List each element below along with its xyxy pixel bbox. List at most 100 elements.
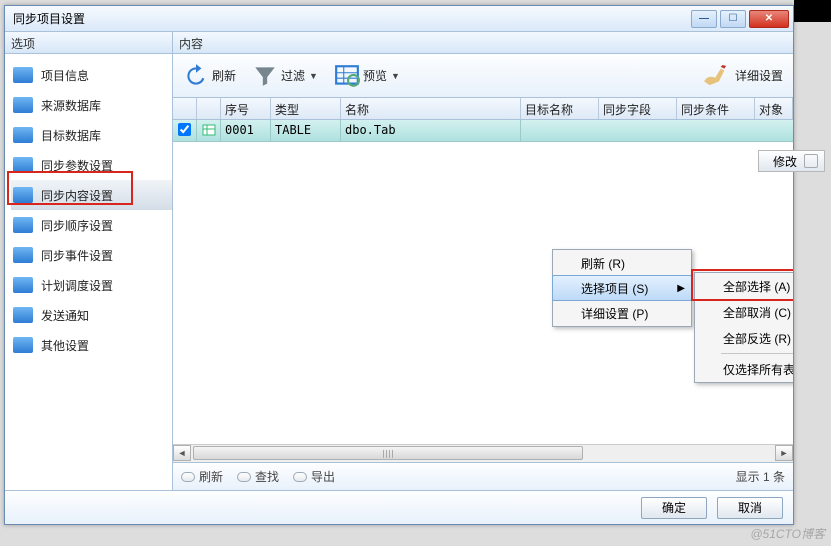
toolbar: 刷新 过滤 ▼ 预览 ▼ 详细设置 (173, 54, 793, 98)
minimize-button[interactable] (691, 10, 717, 28)
preview-button[interactable]: 预览 ▼ (330, 58, 404, 94)
menu-select-items[interactable]: 选择项目 (S)▶ (552, 275, 692, 301)
folder-icon (13, 187, 33, 203)
watermark: @51CTO博客 (750, 525, 825, 542)
menu-refresh[interactable]: 刷新 (R) (553, 250, 691, 276)
scroll-left-button[interactable]: ◄ (173, 445, 191, 461)
sidebar-item-sync-content[interactable]: 同步内容设置 (11, 180, 172, 210)
sidebar-item-label: 计划调度设置 (41, 277, 113, 294)
maximize-button[interactable] (720, 10, 746, 28)
scroll-right-button[interactable]: ► (775, 445, 793, 461)
folder-icon (13, 307, 33, 323)
footer-export[interactable]: 导出 (293, 468, 335, 485)
sidebar-item-label: 同步顺序设置 (41, 217, 113, 234)
sidebar-item-label: 其他设置 (41, 337, 89, 354)
row-checkbox[interactable] (173, 120, 197, 141)
content-pane: 内容 刷新 过滤 ▼ 预览 ▼ (173, 32, 793, 490)
window-title: 同步项目设置 (9, 10, 691, 27)
sidebar-item-label: 同步内容设置 (41, 187, 113, 204)
context-menu[interactable]: 刷新 (R) 选择项目 (S)▶ 详细设置 (P) (552, 249, 692, 327)
horizontal-scrollbar[interactable]: ◄ ► (173, 444, 793, 462)
toolbar-label: 预览 (363, 67, 387, 84)
cell-type: TABLE (271, 120, 341, 141)
sidebar-item-target-db[interactable]: 目标数据库 (11, 120, 172, 150)
scroll-thumb[interactable] (193, 446, 583, 460)
pill-icon (237, 472, 251, 482)
sidebar-item-project-info[interactable]: 项目信息 (11, 60, 172, 90)
refresh-button[interactable]: 刷新 (179, 58, 240, 94)
sidebar-item-sync-params[interactable]: 同步参数设置 (11, 150, 172, 180)
footer-find[interactable]: 查找 (237, 468, 279, 485)
sidebar-item-label: 同步参数设置 (41, 157, 113, 174)
options-title: 选项 (5, 32, 172, 54)
menu-select-all[interactable]: 全部选择 (A) (695, 273, 793, 299)
table-icon (197, 120, 221, 141)
content-title: 内容 (173, 32, 793, 54)
sidebar-item-notify[interactable]: 发送通知 (11, 300, 172, 330)
sidebar-item-other[interactable]: 其他设置 (11, 330, 172, 360)
cell-name: dbo.Tab (341, 120, 521, 141)
settings-window: 同步项目设置 选项 项目信息 来源数据库 目标数据库 同步参数设置 同步内容设置… (4, 5, 794, 525)
col-fields[interactable]: 同步字段 (599, 98, 677, 119)
sidebar-item-label: 同步事件设置 (41, 247, 113, 264)
folder-icon (13, 217, 33, 233)
col-cond[interactable]: 同步条件 (677, 98, 755, 119)
grid-icon (334, 63, 360, 89)
menu-invert[interactable]: 全部反选 (R) (695, 325, 793, 351)
menu-tables-only[interactable]: 仅选择所有表 (T) (695, 356, 793, 382)
col-icon (197, 98, 221, 119)
folder-icon (13, 247, 33, 263)
toolbar-label: 详细设置 (735, 67, 783, 84)
col-check[interactable] (173, 98, 197, 119)
folder-icon (13, 157, 33, 173)
toolbar-label: 刷新 (212, 67, 236, 84)
sidebar-item-source-db[interactable]: 来源数据库 (11, 90, 172, 120)
sidebar-item-label: 项目信息 (41, 67, 89, 84)
sidebar-item-sync-events[interactable]: 同步事件设置 (11, 240, 172, 270)
cancel-button[interactable]: 取消 (717, 497, 783, 519)
hand-pen-icon (702, 65, 732, 87)
chevron-down-icon: ▼ (309, 71, 318, 81)
folder-icon (13, 277, 33, 293)
options-pane: 选项 项目信息 来源数据库 目标数据库 同步参数设置 同步内容设置 同步顺序设置… (5, 32, 173, 490)
context-submenu[interactable]: 全部选择 (A) 全部取消 (C) 全部反选 (R) 仅选择所有表 (T) (694, 272, 793, 383)
sidebar-item-schedule[interactable]: 计划调度设置 (11, 270, 172, 300)
ok-button[interactable]: 确定 (641, 497, 707, 519)
menu-detail[interactable]: 详细设置 (P) (553, 300, 691, 326)
col-target[interactable]: 目标名称 (521, 98, 599, 119)
filter-button[interactable]: 过滤 ▼ (248, 58, 322, 94)
sidebar-item-label: 目标数据库 (41, 127, 101, 144)
pill-icon (293, 472, 307, 482)
refresh-icon (183, 63, 209, 89)
titlebar[interactable]: 同步项目设置 (5, 6, 793, 32)
menu-select-none[interactable]: 全部取消 (C) (695, 299, 793, 325)
separator (721, 353, 793, 354)
table-body[interactable]: 0001 TABLE dbo.Tab 刷新 (R) 选择项目 (S)▶ 详细设置… (173, 120, 793, 444)
row-count: 显示 1 条 (736, 468, 785, 485)
chevron-down-icon: ▼ (391, 71, 400, 81)
funnel-icon (252, 63, 278, 89)
col-seq[interactable]: 序号 (221, 98, 271, 119)
sidebar-item-label: 发送通知 (41, 307, 89, 324)
folder-icon (13, 97, 33, 113)
modify-button[interactable]: 修改 (758, 150, 825, 172)
sidebar-item-sync-order[interactable]: 同步顺序设置 (11, 210, 172, 240)
sidebar-item-label: 来源数据库 (41, 97, 101, 114)
folder-icon (13, 127, 33, 143)
advanced-button[interactable]: 详细设置 (698, 58, 787, 94)
col-name[interactable]: 名称 (341, 98, 521, 119)
sidebar: 项目信息 来源数据库 目标数据库 同步参数设置 同步内容设置 同步顺序设置 同步… (5, 54, 172, 490)
dialog-footer: 确定 取消 (5, 490, 793, 524)
folder-icon (13, 337, 33, 353)
chevron-right-icon: ▶ (677, 283, 685, 294)
footer-refresh[interactable]: 刷新 (181, 468, 223, 485)
col-type[interactable]: 类型 (271, 98, 341, 119)
pill-icon (181, 472, 195, 482)
close-button[interactable] (749, 10, 789, 28)
status-bar: 刷新 查找 导出 显示 1 条 (173, 462, 793, 490)
table-row[interactable]: 0001 TABLE dbo.Tab (173, 120, 793, 142)
col-obj[interactable]: 对象 (755, 98, 793, 119)
table-header: 序号 类型 名称 目标名称 同步字段 同步条件 对象 (173, 98, 793, 120)
toolbar-label: 过滤 (281, 67, 305, 84)
folder-icon (13, 67, 33, 83)
